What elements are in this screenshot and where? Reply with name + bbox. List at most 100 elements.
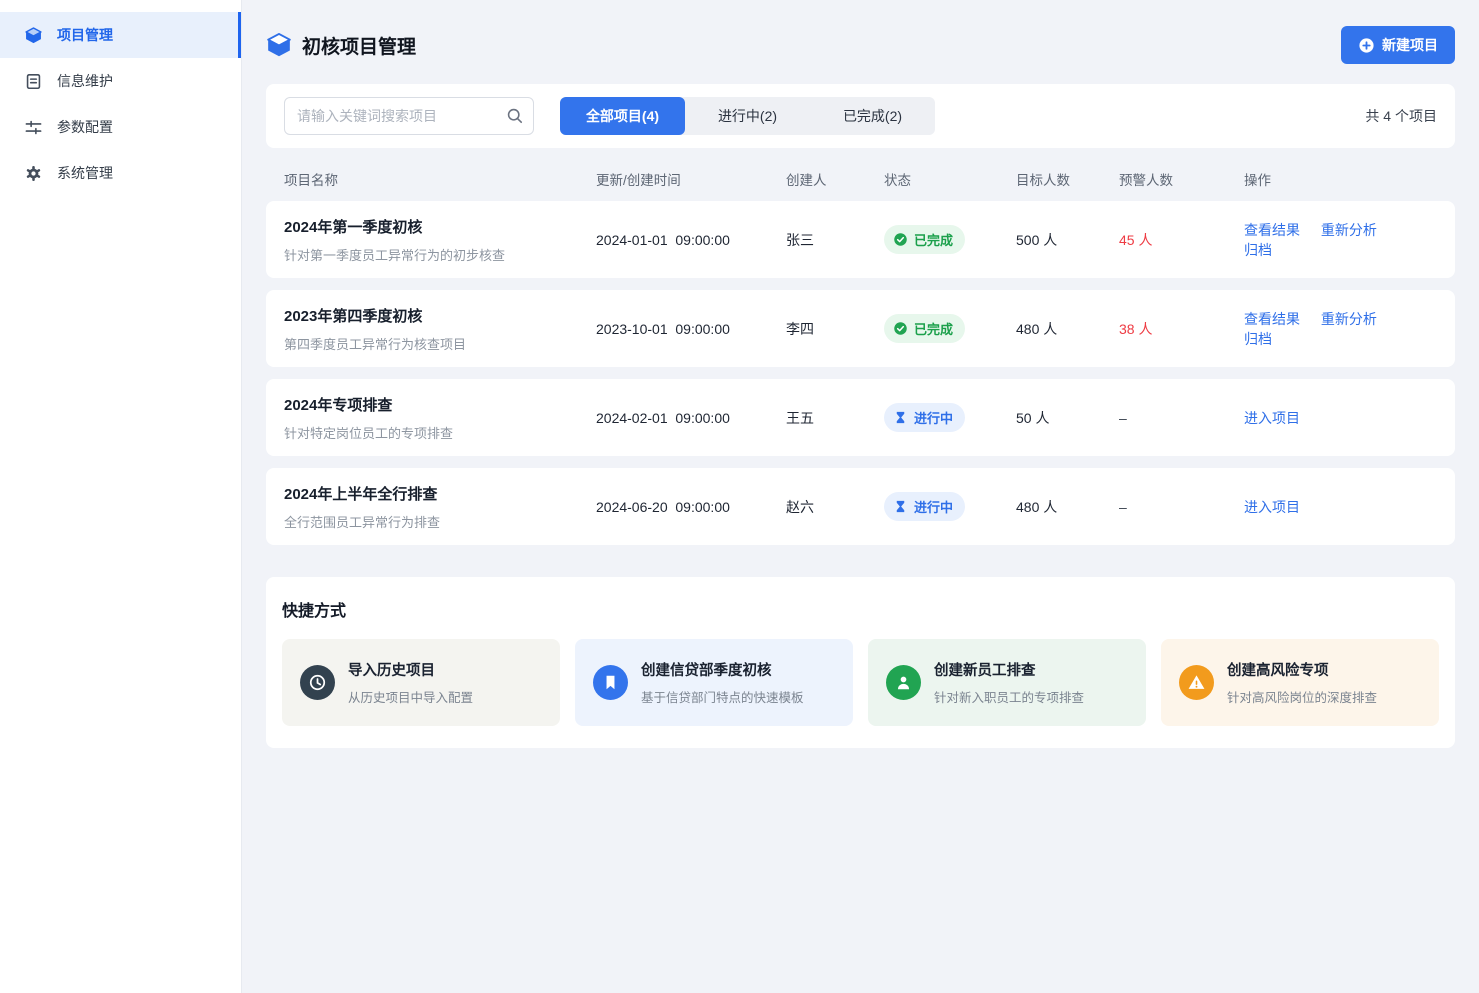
- bookmark-icon: [601, 673, 620, 692]
- project-name: 2024年上半年全行排查: [284, 483, 596, 504]
- action-link[interactable]: 重新分析: [1321, 222, 1377, 238]
- project-description: 全行范围员工异常行为排查: [284, 512, 596, 531]
- plus-circle-icon: [1358, 37, 1375, 54]
- project-status-cell: 已完成: [884, 314, 1016, 343]
- sidebar-item-label: 系统管理: [57, 163, 113, 183]
- shortcut-text: 创建高风险专项 针对高风险岗位的深度排查: [1227, 659, 1377, 706]
- toolbar: 全部项目(4) 进行中(2) 已完成(2) 共 4 个项目: [266, 84, 1455, 148]
- project-name: 2023年第四季度初核: [284, 305, 596, 326]
- project-name: 2024年第一季度初核: [284, 216, 596, 237]
- hourglass-icon: [893, 410, 908, 425]
- shortcut-text: 创建新员工排查 针对新入职员工的专项排查: [934, 659, 1084, 706]
- shortcut-card[interactable]: 创建信贷部季度初核 基于信贷部门特点的快速模板: [575, 639, 853, 726]
- sidebar-item[interactable]: 信息维护: [0, 58, 241, 104]
- project-name-cell: 2024年专项排查 针对特定岗位员工的专项排查: [284, 394, 596, 442]
- filter-tabs: 全部项目(4) 进行中(2) 已完成(2): [560, 97, 935, 135]
- sidebar-item[interactable]: 项目管理: [0, 12, 241, 58]
- project-target-count: 500 人: [1016, 230, 1119, 250]
- check-circle-icon: [893, 232, 908, 247]
- shortcuts-grid: 导入历史项目 从历史项目中导入配置: [282, 639, 1439, 726]
- action-link[interactable]: 查看结果: [1244, 222, 1300, 238]
- column-header-name: 项目名称: [284, 169, 596, 189]
- sidebar: 项目管理 信息维护 参数配置: [0, 0, 242, 993]
- project-creator: 李四: [786, 319, 884, 339]
- project-status-cell: 进行中: [884, 492, 1016, 521]
- shortcut-icon-circle: [886, 665, 921, 700]
- warning-triangle-icon: [1187, 673, 1206, 692]
- project-time: 2024-02-01 09:00:00: [596, 410, 786, 426]
- action-link[interactable]: 进入项目: [1244, 410, 1300, 426]
- project-warning-count: 38 人: [1119, 319, 1244, 339]
- project-time: 2023-10-01 09:00:00: [596, 321, 786, 337]
- shortcut-description: 针对高风险岗位的深度排查: [1227, 687, 1377, 706]
- column-header-time: 更新/创建时间: [596, 169, 786, 189]
- search-input[interactable]: [284, 97, 534, 135]
- column-header-status: 状态: [884, 169, 1016, 189]
- search-icon[interactable]: [505, 106, 524, 125]
- sidebar-item-label: 项目管理: [57, 25, 113, 45]
- status-label: 进行中: [914, 497, 953, 516]
- shortcut-icon-circle: [300, 665, 335, 700]
- shortcut-text: 创建信贷部季度初核 基于信贷部门特点的快速模板: [641, 659, 804, 706]
- search-box: [284, 97, 534, 135]
- action-link[interactable]: 进入项目: [1244, 499, 1300, 515]
- shortcut-title: 创建新员工排查: [934, 659, 1084, 680]
- new-project-button[interactable]: 新建项目: [1341, 26, 1455, 64]
- status-badge: 已完成: [884, 225, 965, 254]
- shortcut-description: 基于信贷部门特点的快速模板: [641, 687, 804, 706]
- sidebar-item[interactable]: 系统管理: [0, 150, 241, 196]
- project-name: 2024年专项排查: [284, 394, 596, 415]
- action-link[interactable]: 查看结果: [1244, 311, 1300, 327]
- table-header: 项目名称 更新/创建时间 创建人 状态 目标人数 预警人数 操作: [266, 154, 1455, 201]
- shortcut-icon-circle: [593, 665, 628, 700]
- project-target-count: 480 人: [1016, 497, 1119, 517]
- page-title: 初核项目管理: [302, 32, 416, 59]
- project-name-cell: 2024年上半年全行排查 全行范围员工异常行为排查: [284, 483, 596, 531]
- project-time: 2024-06-20 09:00:00: [596, 499, 786, 515]
- sidebar-item[interactable]: 参数配置: [0, 104, 241, 150]
- project-target-count: 50 人: [1016, 408, 1119, 428]
- table-row: 2024年上半年全行排查 全行范围员工异常行为排查 2024-06-20 09:…: [266, 468, 1455, 545]
- shortcut-title: 创建信贷部季度初核: [641, 659, 804, 680]
- table-row: 2024年第一季度初核 针对第一季度员工异常行为的初步核查 2024-01-01…: [266, 201, 1455, 278]
- project-name-cell: 2023年第四季度初核 第四季度员工异常行为核查项目: [284, 305, 596, 353]
- main-content: 初核项目管理 新建项目 全部项目(4) 进行: [242, 0, 1479, 993]
- project-warning-count: –: [1119, 410, 1244, 426]
- sidebar-item-label: 参数配置: [57, 117, 113, 137]
- shortcut-text: 导入历史项目 从历史项目中导入配置: [348, 659, 473, 706]
- shortcut-card[interactable]: 导入历史项目 从历史项目中导入配置: [282, 639, 560, 726]
- action-link[interactable]: 重新分析: [1321, 311, 1377, 327]
- project-description: 针对特定岗位员工的专项排查: [284, 423, 596, 442]
- sidebar-item-label: 信息维护: [57, 71, 113, 91]
- filter-tab[interactable]: 全部项目(4): [560, 97, 685, 135]
- project-creator: 王五: [786, 408, 884, 428]
- shortcut-title: 创建高风险专项: [1227, 659, 1377, 680]
- hourglass-icon: [893, 499, 908, 514]
- shortcut-description: 针对新入职员工的专项排查: [934, 687, 1084, 706]
- shortcut-card[interactable]: 创建新员工排查 针对新入职员工的专项排查: [868, 639, 1146, 726]
- project-status-cell: 已完成: [884, 225, 1016, 254]
- action-link[interactable]: 归档: [1244, 331, 1272, 347]
- document-icon: [24, 72, 43, 91]
- project-warning-count: 45 人: [1119, 230, 1244, 250]
- status-badge: 进行中: [884, 403, 965, 432]
- sliders-icon: [24, 118, 43, 137]
- action-link[interactable]: 归档: [1244, 242, 1272, 258]
- project-creator: 张三: [786, 230, 884, 250]
- column-header-warning: 预警人数: [1119, 169, 1244, 189]
- column-header-actions: 操作: [1244, 169, 1437, 189]
- check-circle-icon: [893, 321, 908, 336]
- new-project-label: 新建项目: [1382, 35, 1438, 55]
- filter-tab[interactable]: 已完成(2): [810, 97, 935, 135]
- filter-tab[interactable]: 进行中(2): [685, 97, 810, 135]
- project-warning-count: –: [1119, 499, 1244, 515]
- project-time: 2024-01-01 09:00:00: [596, 232, 786, 248]
- shortcut-icon-circle: [1179, 665, 1214, 700]
- shortcuts-title: 快捷方式: [282, 597, 1439, 621]
- table-row: 2024年专项排查 针对特定岗位员工的专项排查 2024-02-01 09:00…: [266, 379, 1455, 456]
- project-actions: 进入项目: [1244, 408, 1437, 428]
- status-label: 已完成: [914, 230, 953, 249]
- shortcut-card[interactable]: 创建高风险专项 针对高风险岗位的深度排查: [1161, 639, 1439, 726]
- project-actions: 进入项目: [1244, 497, 1437, 517]
- column-header-target: 目标人数: [1016, 169, 1119, 189]
